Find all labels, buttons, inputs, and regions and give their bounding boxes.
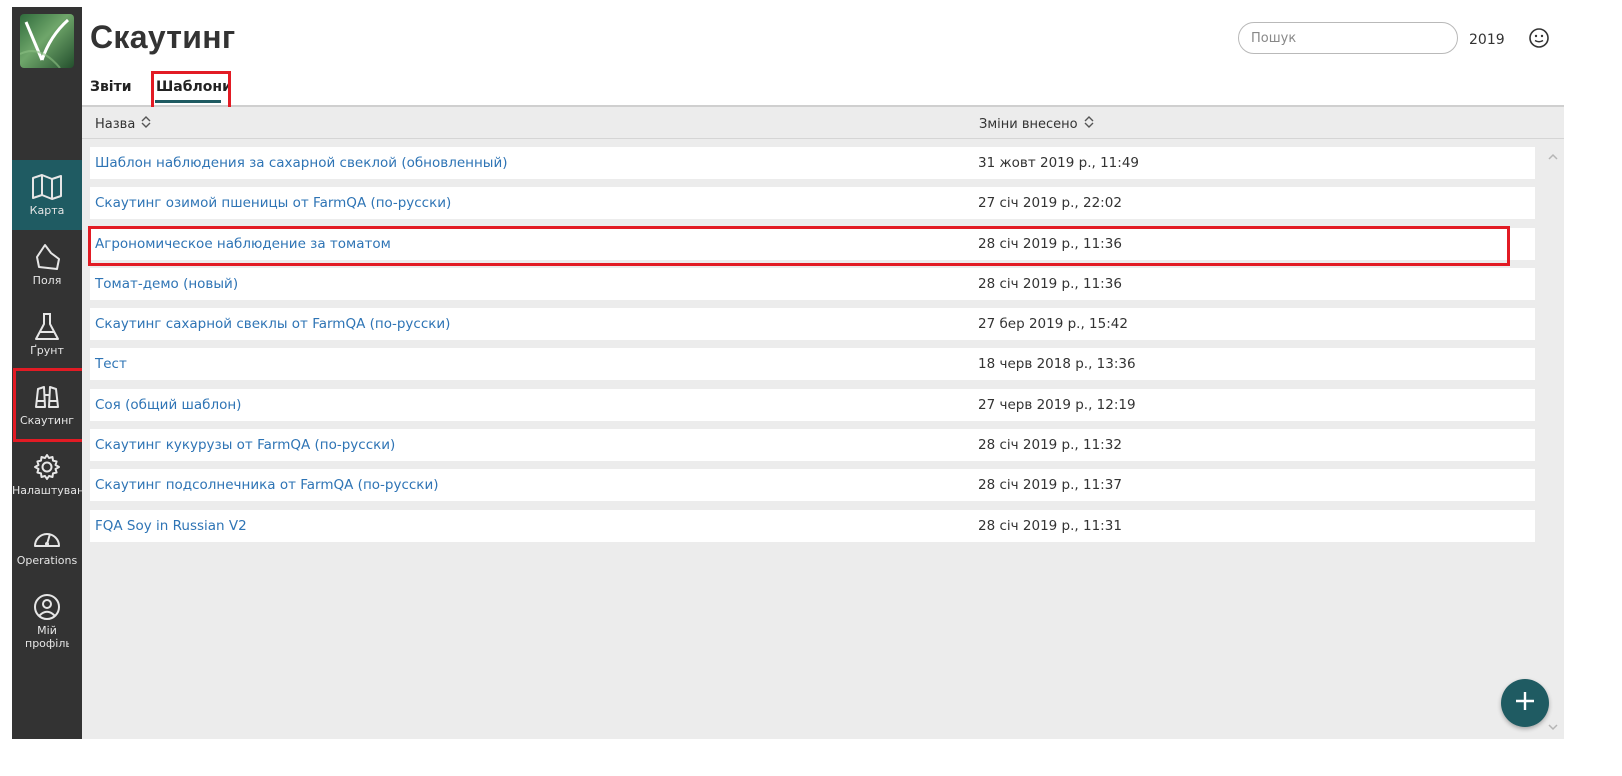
scrollbar[interactable]: [1545, 147, 1561, 737]
template-name-link[interactable]: Скаутинг подсолнечника от FarmQA (по-рус…: [95, 477, 439, 493]
sidebar-item-label: Скаутинг: [19, 414, 75, 427]
modified-date: 28 січ 2019 р., 11:37: [978, 477, 1122, 493]
sidebar-item-fields[interactable]: Поля: [12, 230, 82, 300]
sidebar-item-operations[interactable]: Operations: [12, 510, 82, 580]
table-row[interactable]: Скаутинг озимой пшеницы от FarmQA (по-ру…: [90, 187, 1535, 219]
table-row[interactable]: Скаутинг сахарной свеклы от FarmQA (по-р…: [90, 308, 1535, 340]
page-title: Скаутинг: [90, 19, 236, 55]
chevron-up-icon[interactable]: [1547, 151, 1559, 163]
column-header-modified[interactable]: Зміни внесено: [979, 115, 1094, 133]
modified-date: 28 січ 2019 р., 11:36: [978, 236, 1122, 252]
template-name-link[interactable]: Соя (общий шаблон): [95, 397, 241, 413]
user-circle-icon: [33, 592, 61, 622]
modified-date: 27 січ 2019 р., 22:02: [978, 195, 1122, 211]
header: Скаутинг 2019 Звіти Шаблони: [82, 7, 1564, 111]
field-icon: [33, 242, 61, 272]
sidebar-item-label: Ґрунт: [30, 344, 64, 357]
year-selector[interactable]: 2019: [1469, 32, 1505, 48]
gear-icon: [33, 452, 61, 482]
flask-icon: [34, 312, 60, 342]
add-template-button[interactable]: [1501, 679, 1549, 727]
search-input[interactable]: [1238, 22, 1458, 54]
sidebar-item-soil[interactable]: Ґрунт: [12, 300, 82, 370]
table-row[interactable]: Тест 18 черв 2018 р., 13:36: [90, 348, 1535, 380]
template-name-link[interactable]: Агрономическое наблюдение за томатом: [95, 236, 391, 252]
modified-date: 28 січ 2019 р., 11:36: [978, 276, 1122, 292]
tab-templates[interactable]: Шаблони: [156, 79, 232, 95]
sidebar: Карта Поля Ґрунт Скаутинг Налаштування: [12, 7, 92, 739]
template-name-link[interactable]: Томат-демо (новый): [95, 276, 238, 292]
sort-icon: [1084, 115, 1094, 133]
sidebar-item-label: Карта: [29, 204, 65, 217]
column-header-name[interactable]: Назва: [95, 115, 151, 133]
modified-date: 31 жовт 2019 р., 11:49: [978, 155, 1139, 171]
table-row[interactable]: Шаблон наблюдения за сахарной свеклой (о…: [90, 147, 1535, 179]
sidebar-item-label: Мій профіль: [25, 624, 69, 650]
template-name-link[interactable]: Скаутинг озимой пшеницы от FarmQA (по-ру…: [95, 195, 451, 211]
sidebar-item-label: Налаштування: [12, 484, 82, 497]
template-name-link[interactable]: Скаутинг кукурузы от FarmQA (по-русски): [95, 437, 395, 453]
sidebar-item-label: Operations: [16, 554, 78, 567]
active-tab-indicator: [155, 100, 221, 103]
modified-date: 27 черв 2019 р., 12:19: [978, 397, 1136, 413]
binoculars-icon: [32, 382, 62, 412]
table-row[interactable]: Агрономическое наблюдение за томатом 28 …: [90, 228, 1535, 260]
plus-icon: [1514, 690, 1536, 716]
table-header: Назва Зміни внесено: [82, 107, 1564, 139]
sidebar-item-settings[interactable]: Налаштування: [12, 440, 82, 510]
template-name-link[interactable]: Шаблон наблюдения за сахарной свеклой (о…: [95, 155, 508, 171]
app-logo[interactable]: [20, 14, 74, 68]
modified-date: 18 черв 2018 р., 13:36: [978, 356, 1136, 372]
smiley-icon[interactable]: [1528, 27, 1550, 53]
map-icon: [31, 172, 63, 202]
table-row[interactable]: FQA Soy in Russian V2 28 січ 2019 р., 11…: [90, 510, 1535, 542]
template-name-link[interactable]: FQA Soy in Russian V2: [95, 518, 247, 534]
table-row[interactable]: Томат-демо (новый) 28 січ 2019 р., 11:36: [90, 268, 1535, 300]
modified-date: 28 січ 2019 р., 11:32: [978, 437, 1122, 453]
main-content: Скаутинг 2019 Звіти Шаблони Назва Зміни …: [82, 7, 1564, 739]
gauge-icon: [32, 522, 62, 552]
template-name-link[interactable]: Скаутинг сахарной свеклы от FarmQA (по-р…: [95, 316, 450, 332]
sort-icon: [141, 115, 151, 133]
sidebar-item-label: Поля: [32, 274, 62, 287]
modified-date: 28 січ 2019 р., 11:31: [978, 518, 1122, 534]
template-name-link[interactable]: Тест: [95, 356, 127, 372]
table-row[interactable]: Скаутинг кукурузы от FarmQA (по-русски) …: [90, 429, 1535, 461]
sidebar-item-scouting[interactable]: Скаутинг: [12, 370, 82, 440]
tab-reports[interactable]: Звіти: [90, 79, 132, 95]
table-row[interactable]: Соя (общий шаблон) 27 черв 2019 р., 12:1…: [90, 389, 1535, 421]
chevron-down-icon[interactable]: [1547, 721, 1559, 733]
modified-date: 27 бер 2019 р., 15:42: [978, 316, 1128, 332]
sidebar-item-map[interactable]: Карта: [12, 160, 82, 230]
table-row[interactable]: Скаутинг подсолнечника от FarmQA (по-рус…: [90, 469, 1535, 501]
sidebar-item-profile[interactable]: Мій профіль: [12, 580, 82, 660]
